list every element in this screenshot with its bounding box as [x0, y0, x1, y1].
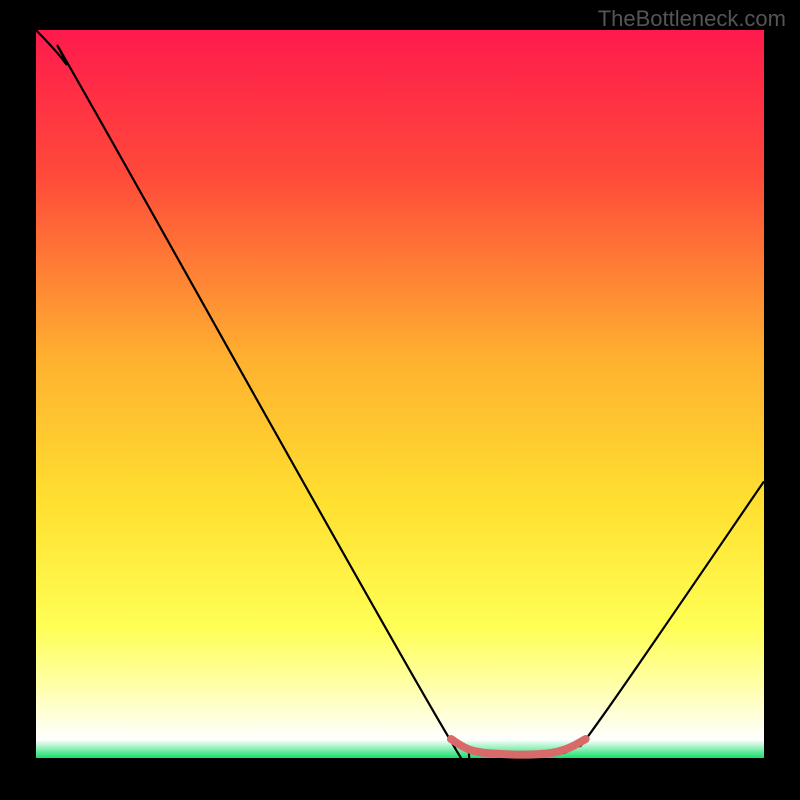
- chart-container: TheBottleneck.com: [0, 0, 800, 800]
- bottleneck-chart: [0, 0, 800, 800]
- watermark: TheBottleneck.com: [598, 6, 786, 32]
- gradient-plot-area: [36, 30, 764, 758]
